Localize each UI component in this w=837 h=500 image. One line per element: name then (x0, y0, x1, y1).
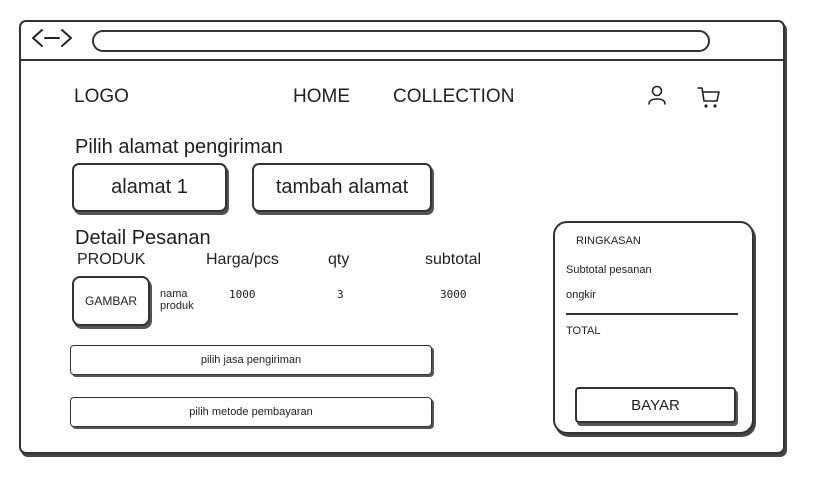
summary-shipping-label: ongkir (566, 289, 596, 301)
user-icon[interactable] (646, 84, 668, 108)
product-price: 1000 (229, 288, 256, 301)
browser-toolbar-divider (19, 59, 785, 61)
summary-subtotal-label: Subtotal pesanan (566, 264, 652, 276)
summary-divider (566, 313, 738, 315)
column-header-qty: qty (328, 251, 350, 268)
column-header-product: PRODUK (77, 251, 146, 268)
address-bar[interactable] (92, 30, 710, 52)
pay-button[interactable]: BAYAR (575, 387, 736, 423)
column-header-subtotal: subtotal (425, 251, 482, 268)
summary-title: RINGKASAN (576, 235, 641, 247)
logo[interactable]: LOGO (74, 86, 129, 108)
nav-home[interactable]: HOME (293, 86, 350, 108)
product-name: nama produk (160, 288, 194, 312)
code-brackets-icon[interactable] (30, 26, 74, 50)
payment-method-button[interactable]: pilih metode pembayaran (70, 397, 432, 427)
address-section-title: Pilih alamat pengiriman (75, 136, 283, 158)
add-address-button[interactable]: tambah alamat (252, 163, 432, 212)
product-subtotal: 3000 (440, 288, 467, 301)
address-option-button[interactable]: alamat 1 (72, 163, 227, 212)
product-image-placeholder: GAMBAR (72, 276, 150, 326)
product-name-line-1: nama (160, 288, 188, 300)
column-header-price: Harga/pcs (206, 251, 279, 268)
nav-collection[interactable]: COLLECTION (393, 86, 514, 108)
shipping-service-button[interactable]: pilih jasa pengiriman (70, 345, 432, 375)
table-row: GAMBAR (72, 276, 152, 328)
product-qty: 3 (337, 288, 344, 301)
order-section-title: Detail Pesanan (75, 227, 211, 249)
cart-icon[interactable] (696, 84, 722, 110)
summary-total-label: TOTAL (566, 325, 601, 337)
product-name-line-2: produk (160, 300, 194, 312)
